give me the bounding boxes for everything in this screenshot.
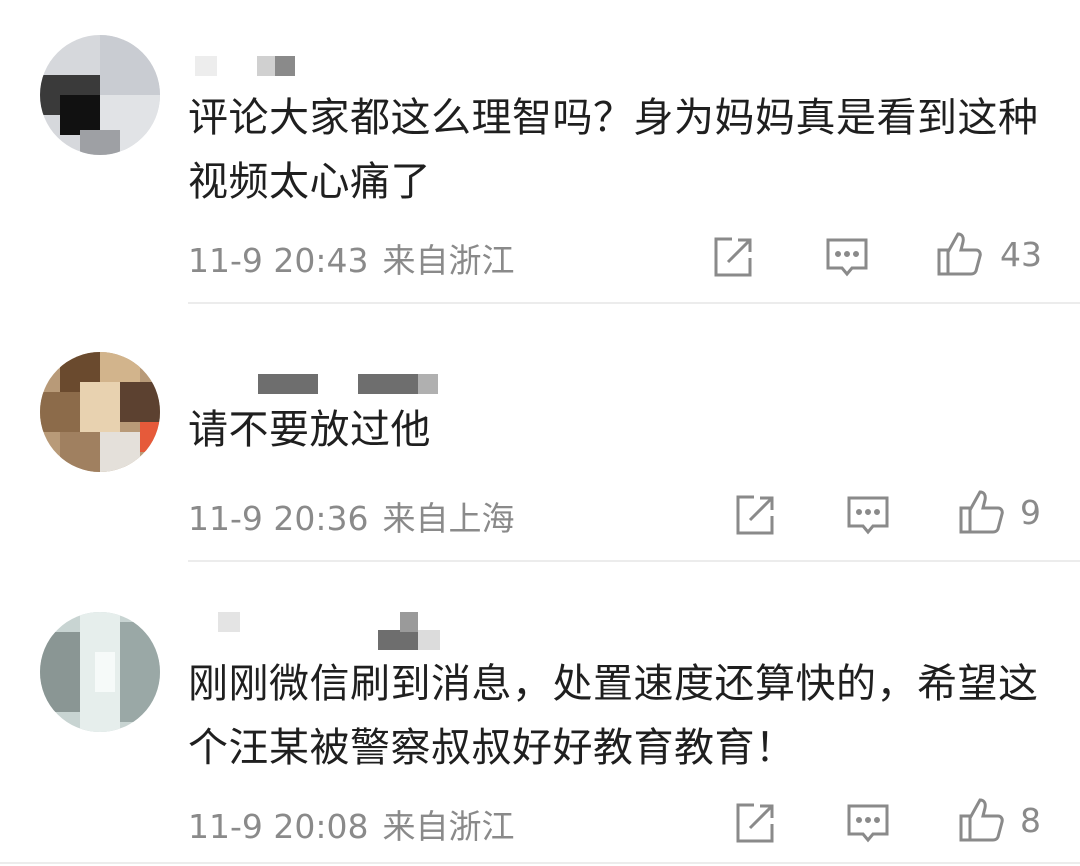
divider	[0, 862, 1080, 864]
comment-meta: 11-9 20:08 来自浙江	[188, 800, 529, 848]
comment-location: 来自浙江	[382, 807, 515, 846]
comment-text: 刚刚微信刷到消息，处置速度还算快的，希望这个汪某被警察叔叔好好教育教育！	[188, 661, 1039, 771]
avatar[interactable]	[40, 612, 160, 732]
share-icon[interactable]	[730, 798, 780, 848]
username-masked[interactable]	[218, 612, 440, 652]
thumbs-up-icon[interactable]	[956, 794, 1006, 844]
comment-icon[interactable]	[843, 798, 893, 848]
like-count: 8	[1020, 801, 1041, 840]
comment-item: 刚刚微信刷到消息，处置速度还算快的，希望这个汪某被警察叔叔好好教育教育！ 11-…	[0, 0, 1080, 866]
comment-time: 11-9 20:08	[188, 807, 369, 846]
